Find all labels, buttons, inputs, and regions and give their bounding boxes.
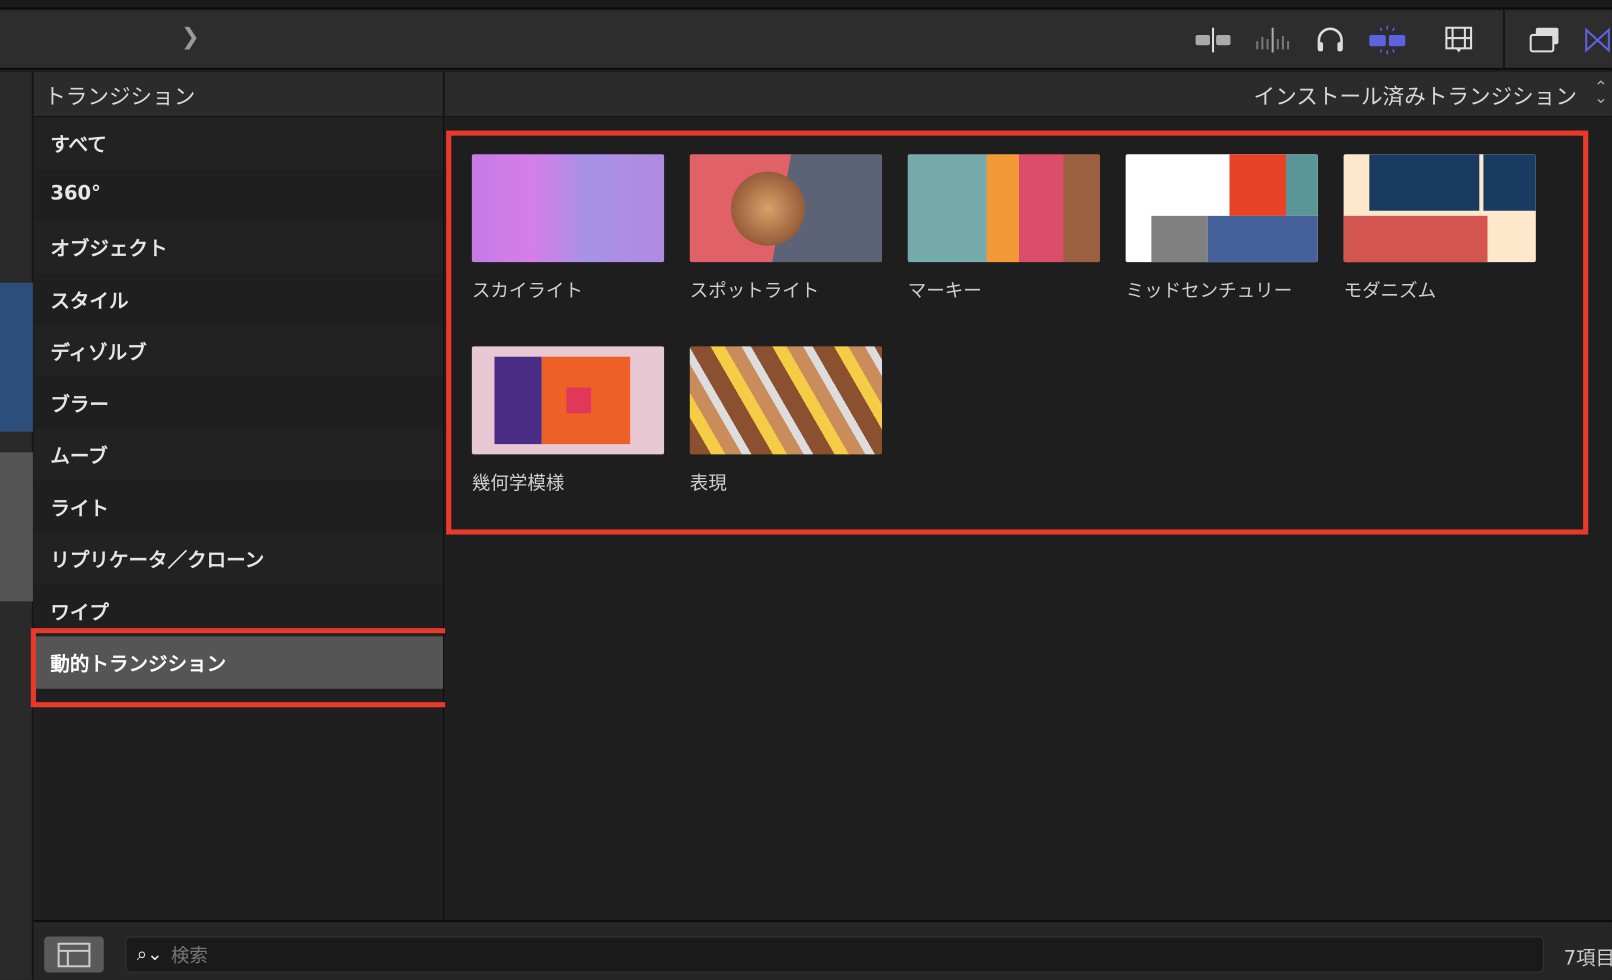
sidebar-item-objects[interactable]: オブジェクト (33, 221, 444, 273)
transition-tile-geometric[interactable]: 幾何学模様 (471, 346, 665, 495)
transition-tile-skylight[interactable]: スカイライト (471, 154, 665, 303)
toolbar: ❯ (0, 10, 1612, 70)
transition-tile-spotlight[interactable]: スポットライト (689, 154, 883, 303)
transition-tile-expression[interactable]: 表現 (689, 346, 883, 495)
bottom-bar: ⌕⌄ 検索 7項目 (33, 920, 1612, 980)
search-icon[interactable]: ⌕⌄ (137, 944, 163, 966)
transition-tile-marquee[interactable]: マーキー (907, 154, 1100, 303)
tile-label: 表現 (689, 472, 727, 495)
tile-label: ミッドセンチュリー (1125, 280, 1293, 303)
transitions-browser-icon[interactable] (1583, 25, 1612, 56)
updown-chevron-icon: ⌃ ⌄ (1594, 77, 1608, 107)
top-strip (0, 0, 1612, 10)
item-count: 7項目 (1563, 946, 1612, 970)
tile-label: モダニズム (1343, 280, 1437, 303)
tile-label: マーキー (907, 280, 982, 303)
thumbnail (471, 154, 665, 263)
library-selector[interactable]: インストール済みトランジション ⌃ ⌄ (445, 71, 1612, 118)
sidebar-icon (57, 942, 91, 967)
tile-label: スカイライト (471, 280, 583, 303)
sidebar-item-stylized[interactable]: スタイル (34, 273, 443, 325)
sidebar-item-dissolves[interactable]: ディゾルブ (33, 324, 444, 377)
chevron-right-icon[interactable]: ❯ (181, 25, 200, 51)
sidebar-item-all[interactable]: すべて (33, 117, 444, 170)
toolbar-divider (1502, 10, 1505, 70)
audio-skimming-icon[interactable] (1252, 25, 1293, 56)
sidebar-item-blurs[interactable]: ブラー (34, 377, 443, 429)
headphones-icon[interactable] (1310, 25, 1351, 56)
sidebar-item-lights[interactable]: ライト (34, 481, 443, 533)
viewer-edge (0, 71, 33, 980)
snapping-icon[interactable] (1367, 25, 1408, 56)
clip-thumbnail (0, 282, 33, 432)
library-title: インストール済みトランジション (1253, 84, 1577, 109)
sidebar-item-replicator-clones[interactable]: リプリケータ／クローン (33, 532, 444, 585)
search-input[interactable]: ⌕⌄ 検索 (125, 936, 1545, 973)
thumbnail (471, 346, 665, 455)
clip-thumbnail (0, 452, 33, 602)
thumbnail (689, 346, 883, 455)
sidebar-item-movements[interactable]: ムーブ (33, 428, 444, 481)
thumbnail (1125, 154, 1318, 263)
clip-skimming-icon[interactable] (1192, 25, 1233, 56)
thumbnail (689, 154, 883, 263)
transition-tile-modernism[interactable]: モダニズム (1343, 154, 1536, 303)
sidebar-toggle-button[interactable] (44, 936, 104, 973)
tile-label: 幾何学模様 (471, 472, 565, 495)
thumbnail (1343, 154, 1536, 263)
window-icon[interactable] (1525, 25, 1566, 56)
sidebar-item-360[interactable]: 360° (34, 169, 443, 221)
browser-filmstrip-icon[interactable] (1439, 25, 1480, 56)
tile-label: スポットライト (689, 280, 820, 303)
highlight-box-sidebar (30, 628, 458, 708)
sidebar: トランジション すべて 360° オブジェクト スタイル ディゾルブ ブラー ム… (33, 71, 445, 921)
transition-tile-mid-century[interactable]: ミッドセンチュリー (1125, 154, 1318, 303)
sidebar-title: トランジション (33, 71, 444, 118)
thumbnail (907, 154, 1100, 263)
search-placeholder: 検索 (170, 945, 208, 967)
